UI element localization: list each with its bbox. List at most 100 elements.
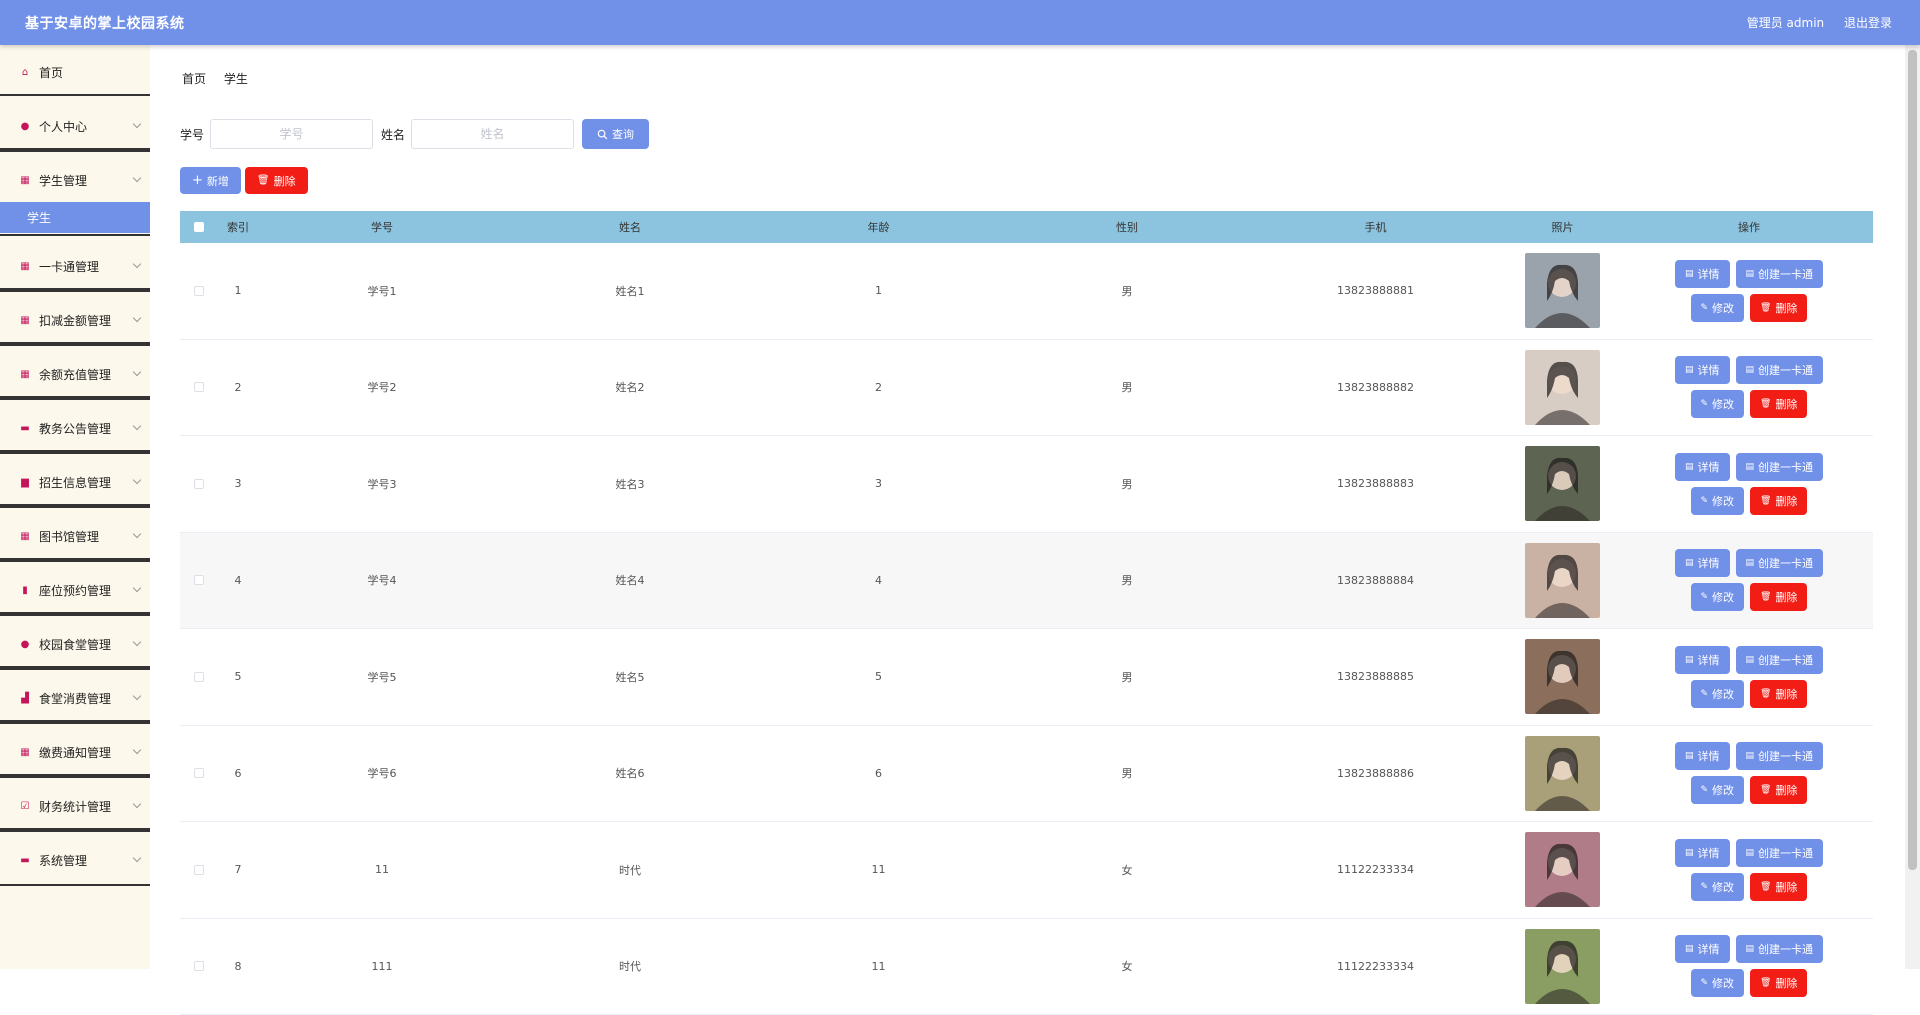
delete-button[interactable]: 🗑删除 xyxy=(1750,680,1807,708)
delete-button[interactable]: 🗑删除 xyxy=(1750,776,1807,804)
student-photo[interactable] xyxy=(1525,543,1600,618)
sidebar-item[interactable]: ▦一卡通管理 xyxy=(0,239,150,293)
edit-button[interactable]: ✎修改 xyxy=(1691,680,1745,708)
row-checkbox[interactable] xyxy=(194,382,204,392)
trash-icon: 🗑 xyxy=(1760,592,1771,602)
create-card-button[interactable]: ▤创建一卡通 xyxy=(1736,839,1824,867)
cell-age: 3 xyxy=(754,477,1003,490)
sidebar-item[interactable]: ▬教务公告管理 xyxy=(0,401,150,455)
student-photo[interactable] xyxy=(1525,929,1600,1004)
detail-button[interactable]: ▤详情 xyxy=(1675,839,1730,867)
edit-button[interactable]: ✎修改 xyxy=(1691,294,1745,322)
breadcrumb-home[interactable]: 首页 xyxy=(182,72,206,86)
sidebar-item[interactable]: ▦缴费通知管理 xyxy=(0,725,150,779)
cell-gender: 男 xyxy=(1003,476,1251,492)
user-icon: ● xyxy=(19,638,31,650)
logout-link[interactable]: 退出登录 xyxy=(1844,16,1892,30)
sidebar-item[interactable]: ▬系统管理 xyxy=(0,833,150,887)
student-photo[interactable] xyxy=(1525,639,1600,714)
edit-button-label: 修改 xyxy=(1712,975,1734,991)
sidebar-item[interactable]: ⌂首页 xyxy=(0,45,150,99)
detail-button[interactable]: ▤详情 xyxy=(1675,453,1730,481)
sidebar-item-head[interactable]: ⌂首页 xyxy=(0,45,150,99)
breadcrumb-current: 学生 xyxy=(224,72,248,86)
edit-button[interactable]: ✎修改 xyxy=(1691,487,1745,515)
sidebar-item-head[interactable]: ▆招生信息管理 xyxy=(0,455,150,509)
sidebar-item[interactable]: ▦余额充值管理 xyxy=(0,347,150,401)
delete-button[interactable]: 🗑删除 xyxy=(1750,487,1807,515)
query-button[interactable]: 查询 xyxy=(582,119,649,149)
row-checkbox[interactable] xyxy=(194,768,204,778)
admin-user-label[interactable]: 管理员 admin xyxy=(1747,16,1824,30)
detail-button[interactable]: ▤详情 xyxy=(1675,646,1730,674)
sidebar-item-head[interactable]: ▦学生管理 xyxy=(0,153,150,207)
sidebar-item[interactable]: ●校园食堂管理 xyxy=(0,617,150,671)
sidebar-item-head[interactable]: ▮座位预约管理 xyxy=(0,563,150,617)
sidebar-item[interactable]: ●个人中心 xyxy=(0,99,150,153)
cell-phone: 13823888883 xyxy=(1251,477,1500,490)
edit-button[interactable]: ✎修改 xyxy=(1691,969,1745,997)
create-card-button[interactable]: ▤创建一卡通 xyxy=(1736,935,1824,963)
detail-button[interactable]: ▤详情 xyxy=(1675,549,1730,577)
student-photo[interactable] xyxy=(1525,736,1600,811)
student-id-input[interactable] xyxy=(210,119,373,149)
sidebar-item-head[interactable]: ●个人中心 xyxy=(0,99,150,153)
delete-button[interactable]: 🗑删除 xyxy=(1750,294,1807,322)
sidebar-item[interactable]: ☑财务统计管理 xyxy=(0,779,150,833)
create-card-button[interactable]: ▤创建一卡通 xyxy=(1736,356,1824,384)
row-checkbox[interactable] xyxy=(194,286,204,296)
sidebar-item-head[interactable]: ☑财务统计管理 xyxy=(0,779,150,833)
row-checkbox[interactable] xyxy=(194,961,204,971)
page-scrollbar[interactable] xyxy=(1905,45,1920,969)
edit-button[interactable]: ✎修改 xyxy=(1691,390,1745,418)
create-card-button[interactable]: ▤创建一卡通 xyxy=(1736,453,1824,481)
delete-button[interactable]: 🗑删除 xyxy=(1750,873,1807,901)
student-photo[interactable] xyxy=(1525,832,1600,907)
sidebar-subitem-student[interactable]: 学生 xyxy=(0,202,150,233)
scrollbar-thumb[interactable] xyxy=(1908,50,1917,870)
edit-button[interactable]: ✎修改 xyxy=(1691,776,1745,804)
delete-button[interactable]: 🗑删除 xyxy=(1750,969,1807,997)
menu-divider xyxy=(0,450,150,452)
batch-delete-button[interactable]: 🗑 删除 xyxy=(245,167,308,194)
name-input[interactable] xyxy=(411,119,574,149)
create-card-button[interactable]: ▤创建一卡通 xyxy=(1736,742,1824,770)
sidebar-item-head[interactable]: ▟食堂消费管理 xyxy=(0,671,150,725)
detail-button[interactable]: ▤详情 xyxy=(1675,260,1730,288)
detail-button[interactable]: ▤详情 xyxy=(1675,356,1730,384)
student-photo[interactable] xyxy=(1525,446,1600,521)
student-photo[interactable] xyxy=(1525,350,1600,425)
sidebar-item-head[interactable]: ▦缴费通知管理 xyxy=(0,725,150,779)
sidebar-item[interactable]: ▆招生信息管理 xyxy=(0,455,150,509)
sidebar-item-head[interactable]: ▦扣减金额管理 xyxy=(0,293,150,347)
edit-button[interactable]: ✎修改 xyxy=(1691,873,1745,901)
create-card-button[interactable]: ▤创建一卡通 xyxy=(1736,646,1824,674)
add-button[interactable]: + 新增 xyxy=(180,167,241,194)
sidebar-item-head[interactable]: ●校园食堂管理 xyxy=(0,617,150,671)
sidebar-item-head[interactable]: ▦图书馆管理 xyxy=(0,509,150,563)
sidebar-item[interactable]: ▦图书馆管理 xyxy=(0,509,150,563)
select-all-checkbox[interactable] xyxy=(194,222,204,232)
create-card-button[interactable]: ▤创建一卡通 xyxy=(1736,549,1824,577)
row-checkbox[interactable] xyxy=(194,575,204,585)
create-card-button[interactable]: ▤创建一卡通 xyxy=(1736,260,1824,288)
row-checkbox[interactable] xyxy=(194,672,204,682)
edit-button-label: 修改 xyxy=(1712,493,1734,509)
delete-button[interactable]: 🗑删除 xyxy=(1750,390,1807,418)
cell-phone: 11122233334 xyxy=(1251,863,1500,876)
sidebar-item[interactable]: ▦扣减金额管理 xyxy=(0,293,150,347)
row-checkbox[interactable] xyxy=(194,479,204,489)
sidebar-item[interactable]: ▦学生管理学生 xyxy=(0,153,150,239)
sidebar-item-head[interactable]: ▬系统管理 xyxy=(0,833,150,887)
delete-button[interactable]: 🗑删除 xyxy=(1750,583,1807,611)
student-photo[interactable] xyxy=(1525,253,1600,328)
sidebar-item-head[interactable]: ▦余额充值管理 xyxy=(0,347,150,401)
detail-button[interactable]: ▤详情 xyxy=(1675,935,1730,963)
sidebar-item[interactable]: ▟食堂消费管理 xyxy=(0,671,150,725)
sidebar-item[interactable]: ▮座位预约管理 xyxy=(0,563,150,617)
edit-button[interactable]: ✎修改 xyxy=(1691,583,1745,611)
row-checkbox[interactable] xyxy=(194,865,204,875)
sidebar-item-head[interactable]: ▦一卡通管理 xyxy=(0,239,150,293)
sidebar-item-head[interactable]: ▬教务公告管理 xyxy=(0,401,150,455)
detail-button[interactable]: ▤详情 xyxy=(1675,742,1730,770)
